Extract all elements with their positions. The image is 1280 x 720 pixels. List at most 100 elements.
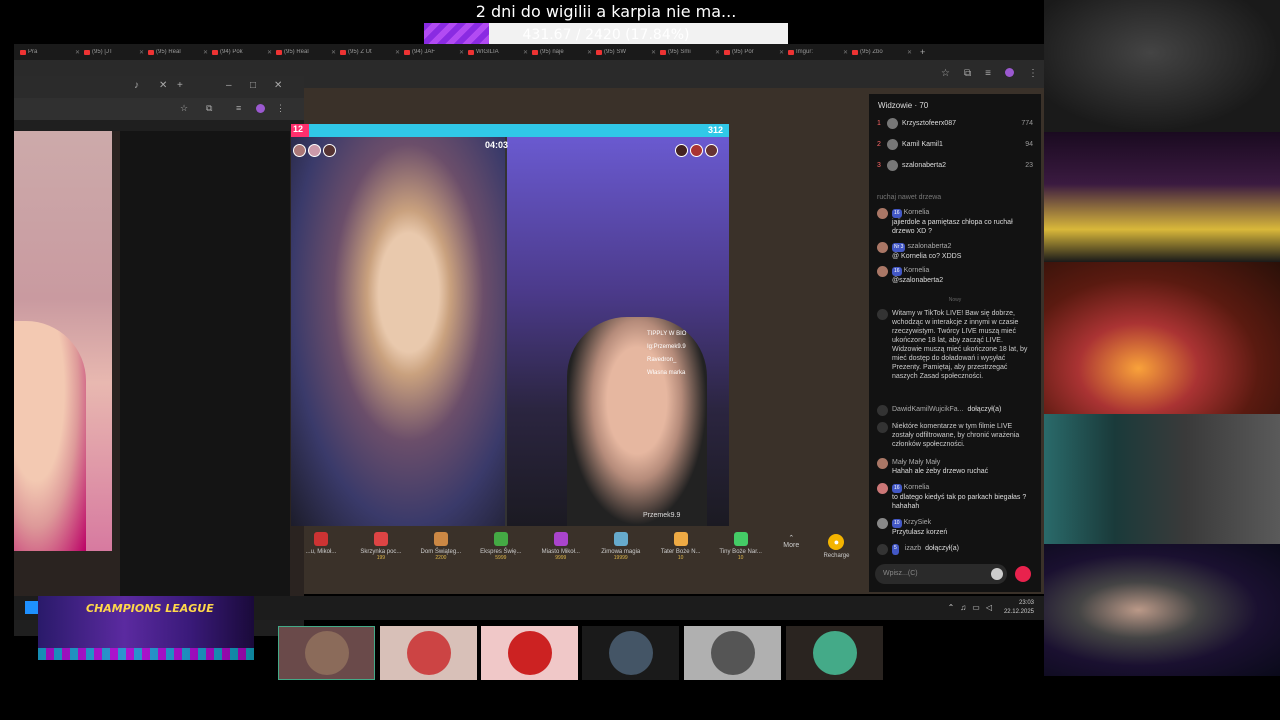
live-preview-card[interactable]: [14, 131, 112, 551]
mini-extensions-icon[interactable]: ⧉: [206, 103, 212, 114]
live-stream-video[interactable]: 12 312 04:03 TIPPLY W BIO Ig:Przemek9.9 …: [291, 124, 729, 526]
close-icon[interactable]: ✕: [274, 80, 282, 91]
tab-close-icon[interactable]: ✕: [331, 49, 336, 56]
browser-tab[interactable]: (95) Smi ✕: [660, 49, 724, 56]
viewer-rank: 1: [877, 119, 881, 127]
user-avatar[interactable]: [877, 458, 888, 469]
top-viewer-row[interactable]: 2 Kamil Kamil1 94: [877, 137, 1033, 151]
browser-tab[interactable]: WIGILIA ✕: [468, 49, 532, 56]
like-heart-button[interactable]: [1015, 566, 1031, 582]
user-avatar[interactable]: [877, 266, 888, 277]
chat-message: Mały Mały Mały Hahah ale żeby drzewo ruch…: [877, 458, 1033, 476]
browser-tab[interactable]: (95) Por ✕: [724, 49, 788, 56]
network-icon[interactable]: ▭: [972, 603, 980, 612]
tab-close-icon[interactable]: ✕: [459, 49, 464, 56]
tray-chevron-icon[interactable]: ⌃: [948, 603, 955, 612]
mini-star-icon[interactable]: ☆: [180, 103, 188, 114]
more-gifts-button[interactable]: ⌃ More: [771, 530, 812, 574]
top-viewer-row[interactable]: 3 szalonaberta2 23: [877, 158, 1033, 172]
mini-media-icon[interactable]: ≡: [236, 103, 241, 113]
gift-item[interactable]: Ekspres Świę... 5999: [471, 530, 531, 574]
join-icon: [877, 544, 888, 555]
tab-close-icon[interactable]: ✕: [75, 49, 80, 56]
browser-tab[interactable]: (95) [JT ✕: [84, 49, 148, 56]
browser-tab[interactable]: (95) Real ✕: [148, 49, 212, 56]
tab-close-icon[interactable]: ✕: [267, 49, 272, 56]
browser-tab[interactable]: (95) SW ✕: [596, 49, 660, 56]
participant-tile-neon-avatar[interactable]: [481, 626, 578, 680]
gift-item[interactable]: Miasto Mikoł... 9999: [531, 530, 591, 574]
participant-avatar: [608, 631, 653, 675]
browser-tab[interactable]: (95) Real ✕: [276, 49, 340, 56]
chat-input[interactable]: Wpisz...(C): [875, 564, 1007, 584]
gift-price: 10: [737, 555, 744, 561]
supporter-avatar[interactable]: [705, 144, 718, 157]
media-icon[interactable]: ≡: [985, 68, 991, 79]
gift-item[interactable]: ...u, Mikoł...: [291, 530, 351, 574]
bookmark-star-icon[interactable]: ☆: [941, 68, 950, 79]
tab-close-icon[interactable]: ✕: [907, 49, 912, 56]
user-avatar[interactable]: [877, 518, 888, 529]
supporter-avatar[interactable]: [293, 144, 306, 157]
browser-tab[interactable]: Pra ✕: [20, 49, 84, 56]
gift-item[interactable]: Tiny Boże Nar... 10: [711, 530, 771, 574]
tab-close-icon[interactable]: ✕: [523, 49, 528, 56]
mini-new-tab-icon[interactable]: +: [177, 80, 183, 91]
tab-close-icon[interactable]: ✕: [139, 49, 144, 56]
level-badge: 16: [892, 484, 902, 493]
new-tab-button[interactable]: +: [920, 47, 925, 57]
participant-tile-santa-avatar[interactable]: [380, 626, 477, 680]
user-name[interactable]: Kornelia: [904, 267, 930, 274]
viewer-rank: 3: [877, 161, 881, 169]
top-viewer-row[interactable]: 1 Krzysztofeerx087 774: [877, 116, 1033, 130]
browser-tab[interactable]: (94) JAF ✕: [404, 49, 468, 56]
extensions-icon[interactable]: ⧉: [964, 68, 971, 79]
tab-close-icon[interactable]: ✕: [395, 49, 400, 56]
participant-tile-streamer-face[interactable]: [278, 626, 375, 680]
browser-tab[interactable]: Imgur: ✕: [788, 49, 852, 56]
browser-tab[interactable]: (95) naje ✕: [532, 49, 596, 56]
mini-profile-avatar[interactable]: [256, 104, 265, 113]
user-avatar[interactable]: [877, 208, 888, 219]
mini-menu-icon[interactable]: ⋮: [276, 103, 285, 114]
windows-start-icon[interactable]: [25, 601, 38, 614]
user-name[interactable]: szalonaberta2: [907, 243, 951, 250]
system-welcome-message: Witamy w TikTok LIVE! Baw się dobrze, wc…: [877, 309, 1033, 381]
participant-tile-man-avatar[interactable]: [582, 626, 679, 680]
mic-icon[interactable]: ♫: [960, 603, 966, 612]
clock[interactable]: 23:03 22.12.2025: [1004, 599, 1034, 617]
profile-avatar[interactable]: [1005, 68, 1014, 77]
tab-close-icon[interactable]: ✕: [779, 49, 784, 56]
supporter-avatar[interactable]: [323, 144, 336, 157]
user-avatar[interactable]: [877, 242, 888, 253]
mini-tab-close-icon[interactable]: ✕: [159, 80, 167, 91]
volume-icon[interactable]: ◁: [986, 603, 992, 612]
tab-close-icon[interactable]: ✕: [587, 49, 592, 56]
user-name[interactable]: Kornelia: [904, 209, 930, 216]
participant-tile-car-avatar[interactable]: [684, 626, 781, 680]
mini-address-bar[interactable]: ☆ ⧉ ≡ ⋮: [14, 98, 304, 120]
tab-close-icon[interactable]: ✕: [715, 49, 720, 56]
gift-item[interactable]: Skrzynka poc... 199: [351, 530, 411, 574]
left-supporters: [293, 144, 336, 157]
supporter-avatar[interactable]: [308, 144, 321, 157]
maximize-icon[interactable]: □: [250, 80, 256, 91]
minimize-icon[interactable]: –: [226, 80, 232, 91]
participant-tile-cartoon-avatar[interactable]: [786, 626, 883, 680]
tab-close-icon[interactable]: ✕: [843, 49, 848, 56]
tab-close-icon[interactable]: ✕: [651, 49, 656, 56]
gift-item[interactable]: Dom Świąteg... 2200: [411, 530, 471, 574]
browser-tab[interactable]: (94) Pok ✕: [212, 49, 276, 56]
recharge-button[interactable]: ● Recharge: [812, 530, 861, 574]
menu-icon[interactable]: ⋮: [1028, 68, 1038, 79]
gift-item[interactable]: Zimowa magia 19999: [591, 530, 651, 574]
supporter-avatar[interactable]: [675, 144, 688, 157]
tab-close-icon[interactable]: ✕: [203, 49, 208, 56]
browser-tab[interactable]: (95) Zbo ✕: [852, 49, 916, 56]
browser-tab[interactable]: (95) Z Ut ✕: [340, 49, 404, 56]
user-avatar[interactable]: [877, 483, 888, 494]
gift-item[interactable]: Tater Boże N... 10: [651, 530, 711, 574]
emoji-icon[interactable]: [991, 568, 1003, 580]
supporter-avatar[interactable]: [690, 144, 703, 157]
tiktok-tab-icon[interactable]: ♪: [134, 80, 139, 91]
